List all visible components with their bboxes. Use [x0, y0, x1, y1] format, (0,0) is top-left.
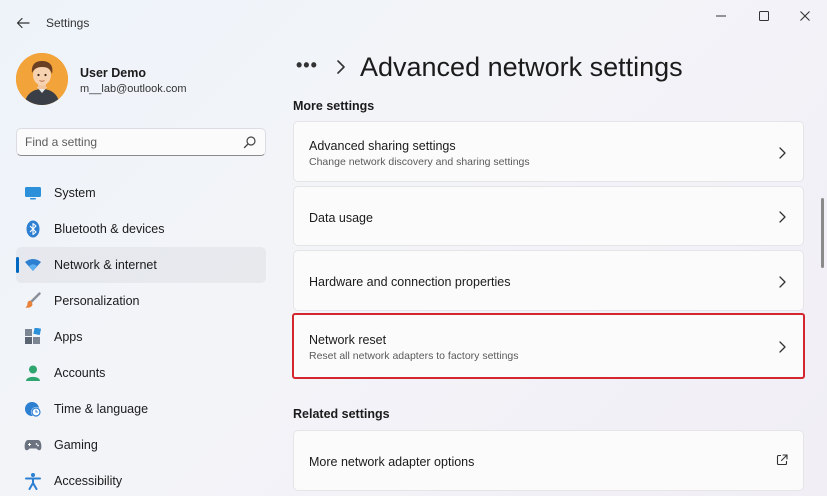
- close-icon: [800, 11, 810, 21]
- card-title: Data usage: [309, 211, 373, 225]
- sidebar-item-accessibility[interactable]: Accessibility: [16, 463, 266, 496]
- page-title: Advanced network settings: [360, 52, 683, 82]
- title-bar: Settings: [0, 0, 827, 44]
- maximize-button[interactable]: [749, 6, 779, 26]
- user-email: m__lab@outlook.com: [80, 83, 187, 95]
- more-network-adapter-options-card[interactable]: More network adapter options: [293, 430, 804, 491]
- card-title: Hardware and connection properties: [309, 275, 511, 289]
- person-icon: [24, 364, 42, 382]
- user-name: User Demo: [80, 66, 146, 80]
- active-indicator: [16, 257, 19, 273]
- card-title: Advanced sharing settings: [309, 139, 456, 153]
- chevron-right-icon: [779, 276, 786, 288]
- system-icon: [24, 184, 42, 202]
- bluetooth-icon: [24, 220, 42, 238]
- sidebar-item-label: Accessibility: [54, 474, 123, 488]
- network-reset-card[interactable]: Network reset Reset all network adapters…: [292, 313, 805, 379]
- sidebar-item-label: Network & internet: [54, 258, 157, 272]
- sidebar-item-label: Gaming: [54, 438, 98, 452]
- sidebar-item-label: Apps: [54, 330, 83, 344]
- section-title-related-settings: Related settings: [293, 407, 390, 421]
- sidebar-nav: System Bluetooth & devices Network & int…: [16, 175, 266, 496]
- brush-icon: [24, 292, 42, 310]
- scrollbar-thumb[interactable]: [821, 198, 824, 268]
- chevron-right-icon: [779, 147, 786, 159]
- maximize-icon: [759, 11, 769, 21]
- card-subtitle: Change network discovery and sharing set…: [309, 156, 530, 168]
- open-external-icon: [776, 454, 788, 466]
- sidebar-item-label: Personalization: [54, 294, 140, 308]
- apps-icon: [24, 328, 42, 346]
- chevron-right-icon: [779, 341, 786, 353]
- breadcrumb-more-button[interactable]: •••: [296, 55, 318, 76]
- search-box: [16, 128, 266, 156]
- close-button[interactable]: [790, 6, 820, 26]
- settings-window: Settings User Demo m__lab@outlook.com Fi…: [0, 0, 827, 496]
- clock-globe-icon: [24, 400, 42, 418]
- sidebar-item-bluetooth[interactable]: Bluetooth & devices: [16, 211, 266, 247]
- arrow-left-icon: [16, 17, 30, 29]
- sidebar-item-system[interactable]: System: [16, 175, 266, 211]
- card-title: More network adapter options: [309, 455, 475, 469]
- card-title: Network reset: [309, 333, 387, 347]
- wifi-icon: [24, 256, 42, 274]
- gamepad-icon: [24, 436, 42, 454]
- section-title-more-settings: More settings: [293, 99, 375, 113]
- sidebar-item-gaming[interactable]: Gaming: [16, 427, 266, 463]
- chevron-right-icon: [779, 211, 786, 223]
- search-icon[interactable]: [243, 135, 257, 149]
- sidebar-item-label: Accounts: [54, 366, 106, 380]
- search-input[interactable]: [25, 129, 235, 155]
- accessibility-icon: [24, 472, 42, 490]
- chevron-right-icon: [337, 60, 345, 74]
- sidebar-item-label: Time & language: [54, 402, 149, 416]
- avatar[interactable]: [16, 53, 68, 105]
- data-usage-card[interactable]: Data usage: [293, 186, 804, 246]
- minimize-icon: [716, 15, 726, 17]
- sidebar-item-apps[interactable]: Apps: [16, 319, 266, 355]
- card-subtitle: Reset all network adapters to factory se…: [309, 350, 519, 362]
- hardware-connection-properties-card[interactable]: Hardware and connection properties: [293, 250, 804, 311]
- app-title: Settings: [46, 16, 90, 30]
- sidebar-item-accounts[interactable]: Accounts: [16, 355, 266, 391]
- sidebar-item-time-language[interactable]: Time & language: [16, 391, 266, 427]
- sidebar-item-network[interactable]: Network & internet: [16, 247, 266, 283]
- user-avatar-icon: [16, 53, 68, 105]
- back-button[interactable]: [12, 12, 34, 34]
- sidebar-item-label: Bluetooth & devices: [54, 222, 165, 236]
- sidebar-item-label: System: [54, 186, 96, 200]
- sidebar-item-personalization[interactable]: Personalization: [16, 283, 266, 319]
- minimize-button[interactable]: [706, 6, 736, 26]
- advanced-sharing-settings-card[interactable]: Advanced sharing settings Change network…: [293, 121, 804, 182]
